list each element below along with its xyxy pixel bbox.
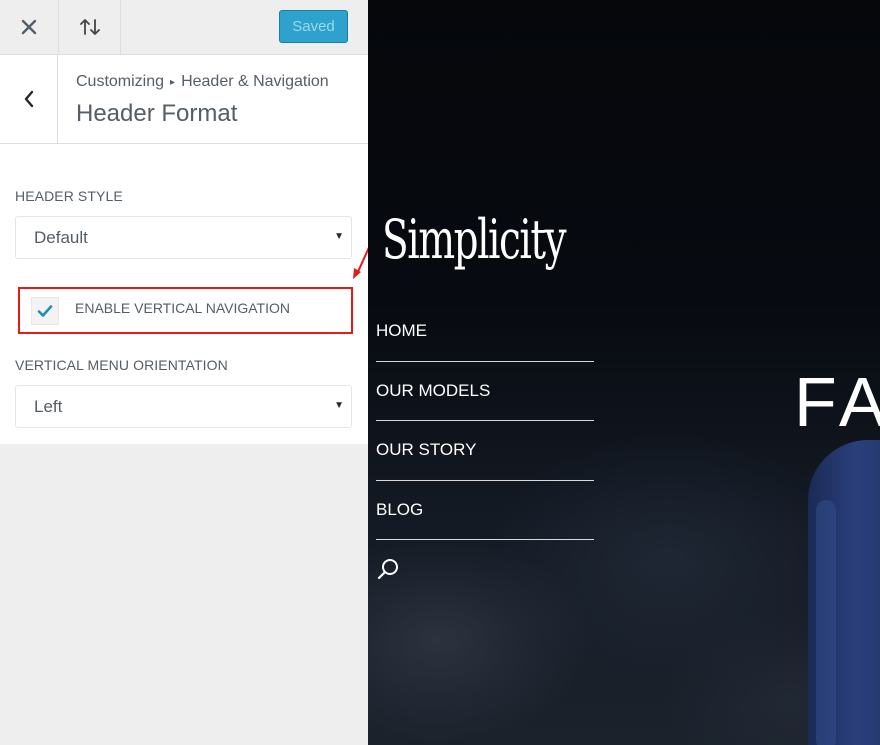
section-title: Header Format — [76, 100, 238, 127]
section-header: Customizing ▸ Header & Navigation Header F… — [0, 55, 368, 144]
hero-figure-highlight — [816, 500, 836, 745]
customizer-panel: Saved Customizing ▸ Header & Navigation He… — [0, 0, 368, 745]
nav-item-home[interactable]: HOME — [376, 302, 594, 362]
breadcrumb-current: Header & Navigation — [181, 73, 329, 90]
saved-button[interactable]: Saved — [279, 10, 348, 43]
header-style-value: Default — [34, 227, 88, 247]
breadcrumb-parent: Customizing — [76, 73, 165, 90]
dropdown-caret-icon: ▼ — [334, 400, 344, 411]
header-style-select[interactable]: Default ▼ — [15, 216, 352, 259]
vertical-navigation-label: ENABLE VERTICAL NAVIGATION — [75, 300, 290, 316]
vertical-navigation: HOME OUR MODELS OUR STORY BLOG — [376, 302, 594, 540]
nav-item-our-story[interactable]: OUR STORY — [376, 421, 594, 481]
vertical-navigation-option: ENABLE VERTICAL NAVIGATION — [18, 287, 353, 334]
close-button[interactable] — [0, 0, 59, 54]
site-preview: Simplicity HOME OUR MODELS OUR STORY BLO… — [368, 0, 880, 745]
search-button[interactable] — [376, 557, 400, 586]
chevron-left-icon — [24, 90, 33, 108]
vertical-orientation-select[interactable]: Left ▼ — [15, 385, 352, 428]
breadcrumb: Customizing ▸ Header & Navigation — [76, 73, 329, 91]
customizer-topbar: Saved — [0, 0, 368, 55]
nav-item-blog[interactable]: BLOG — [376, 481, 594, 540]
nav-item-our-models[interactable]: OUR MODELS — [376, 362, 594, 421]
vertical-navigation-checkbox[interactable] — [31, 297, 59, 325]
breadcrumb-separator-icon: ▸ — [170, 77, 176, 88]
vertical-orientation-label: VERTICAL MENU ORIENTATION — [15, 357, 228, 373]
close-icon — [21, 19, 37, 35]
hero-heading: FA — [794, 363, 880, 441]
reorder-icon — [79, 19, 100, 35]
search-icon — [377, 559, 398, 580]
header-style-label: HEADER STYLE — [15, 188, 123, 204]
checkmark-icon — [37, 305, 53, 317]
vertical-orientation-value: Left — [34, 396, 63, 416]
back-button[interactable] — [0, 55, 58, 143]
reorder-button[interactable] — [59, 0, 121, 54]
site-logo[interactable]: Simplicity — [382, 208, 567, 271]
controls-area: HEADER STYLE Default ▼ ENABLE VERTICAL N… — [0, 144, 368, 444]
